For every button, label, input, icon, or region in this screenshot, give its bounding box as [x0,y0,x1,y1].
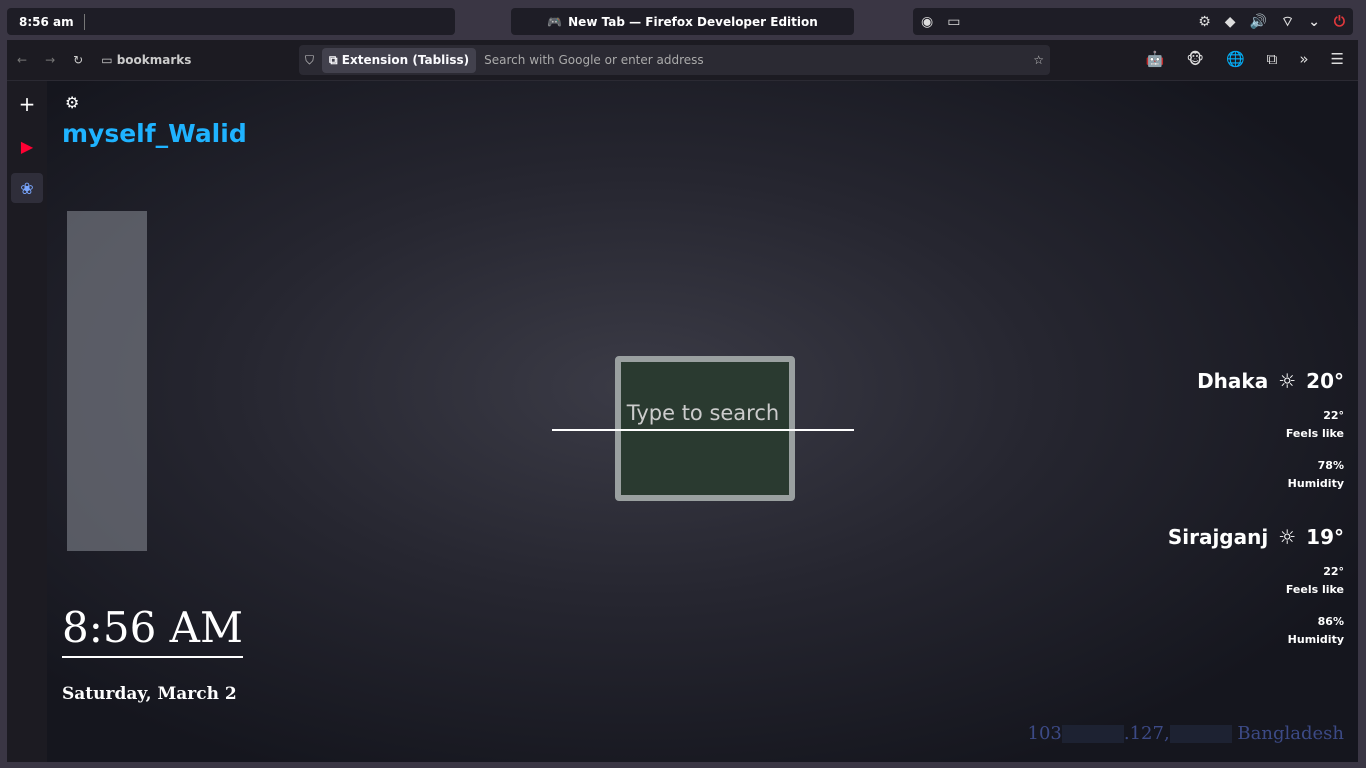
greeting: myself_Walid [62,119,247,148]
sun-icon: ☼ [1278,525,1297,549]
redacted [1061,725,1124,743]
layers-icon[interactable]: ◆ [1225,14,1236,30]
ip-location: 103 .127, Bangladesh [1028,723,1344,744]
youtube-icon[interactable]: ▶ [11,131,43,161]
ip-prefix: 103 [1027,723,1062,744]
volume-icon[interactable]: 🔊 [1250,14,1267,30]
background-window [67,211,147,551]
humidity-value: 78% [1317,459,1344,472]
divider [83,13,85,30]
openai-icon[interactable]: ⚙ [1198,14,1211,30]
humidity-label: Humidity [1287,633,1344,646]
extension-robot-icon[interactable]: 🤖 [1146,50,1165,68]
humidity-label: Humidity [1287,477,1344,490]
top-panel-title: 🎮 New Tab — Firefox Developer Edition [511,8,854,35]
add-icon[interactable]: + [11,89,43,119]
folder-icon[interactable]: ▭ [947,14,960,30]
star-icon[interactable]: ☆ [1033,53,1044,67]
extension-chip[interactable]: ⧉ Extension (Tabliss) [322,47,477,73]
city-name: Dhaka [1197,369,1269,393]
extension-label: Extension (Tabliss) [341,52,470,67]
browser-window: ← → ↻ ▭ bookmarks ⛉ ⧉ Extension (Tabliss… [7,40,1358,762]
chevron-down-icon[interactable]: ⌄ [1308,14,1320,30]
redacted [1169,725,1232,743]
feels-label: Feels like [1285,583,1344,596]
back-icon[interactable]: ← [17,53,27,67]
menu-icon[interactable]: ☰ [1331,50,1344,68]
extension-monkey-icon[interactable]: 🐵 [1187,50,1204,68]
url-bar[interactable]: ⛉ ⧉ Extension (Tabliss) Search with Goog… [299,45,1050,75]
city-name: Sirajganj [1167,525,1269,549]
forward-icon[interactable]: → [45,53,55,67]
nav-toolbar: ← → ↻ ▭ bookmarks ⛉ ⧉ Extension (Tabliss… [7,40,1358,81]
panel-clock[interactable]: 8:56 am [19,15,74,29]
temperature: 20° [1306,369,1344,393]
weather-dhaka: Dhaka ☼ 20° 22° Feels like 78% Humidity [1197,369,1344,493]
new-tab-page: ⚙ myself_Walid Type to search 8:56 AM Sa… [47,81,1358,762]
power-icon[interactable]: ⏻ [1334,14,1345,30]
tabliss-icon[interactable]: ❀ [11,173,43,203]
top-panel-left: 8:56 am [7,8,455,35]
temperature: 19° [1306,525,1344,549]
bookmarks-label: bookmarks [116,53,192,67]
address-input[interactable]: Search with Google or enter address [484,53,704,67]
firefox-icon[interactable]: ◉ [921,14,933,30]
weather-sirajganj: Sirajganj ☼ 19° 22° Feels like 86% Humidity [1168,525,1344,649]
extensions-icon[interactable]: ⧉ [1267,50,1278,68]
wifi-icon[interactable]: ⌔ [1281,13,1294,31]
clock-date: Saturday, March 2 [62,684,237,704]
sun-icon: ☼ [1278,369,1297,393]
country: Bangladesh [1237,723,1344,744]
feels-label: Feels like [1285,427,1344,440]
globe-icon[interactable]: 🌐 [1226,50,1245,68]
ip-middle: .127, [1123,723,1170,744]
shield-icon[interactable]: ⛉ [305,53,314,68]
overflow-icon[interactable]: » [1299,50,1308,68]
humidity-value: 86% [1317,615,1344,628]
reload-icon[interactable]: ↻ [73,53,83,67]
window-title: New Tab — Firefox Developer Edition [568,14,818,29]
feels-value: 22° [1323,565,1344,578]
search-input[interactable]: Type to search [552,401,854,431]
gamepad-icon: 🎮 [547,14,563,29]
top-panel-right: ◉ ▭ ⚙ ◆ 🔊 ⌔ ⌄ ⏻ [913,8,1353,35]
clock-time: 8:56 AM [62,603,244,658]
bookmarks-folder[interactable]: ▭ bookmarks [101,53,191,67]
feels-value: 22° [1323,409,1344,422]
settings-gear-icon[interactable]: ⚙ [65,93,79,112]
sidebar: + ▶ ❀ [7,81,47,762]
